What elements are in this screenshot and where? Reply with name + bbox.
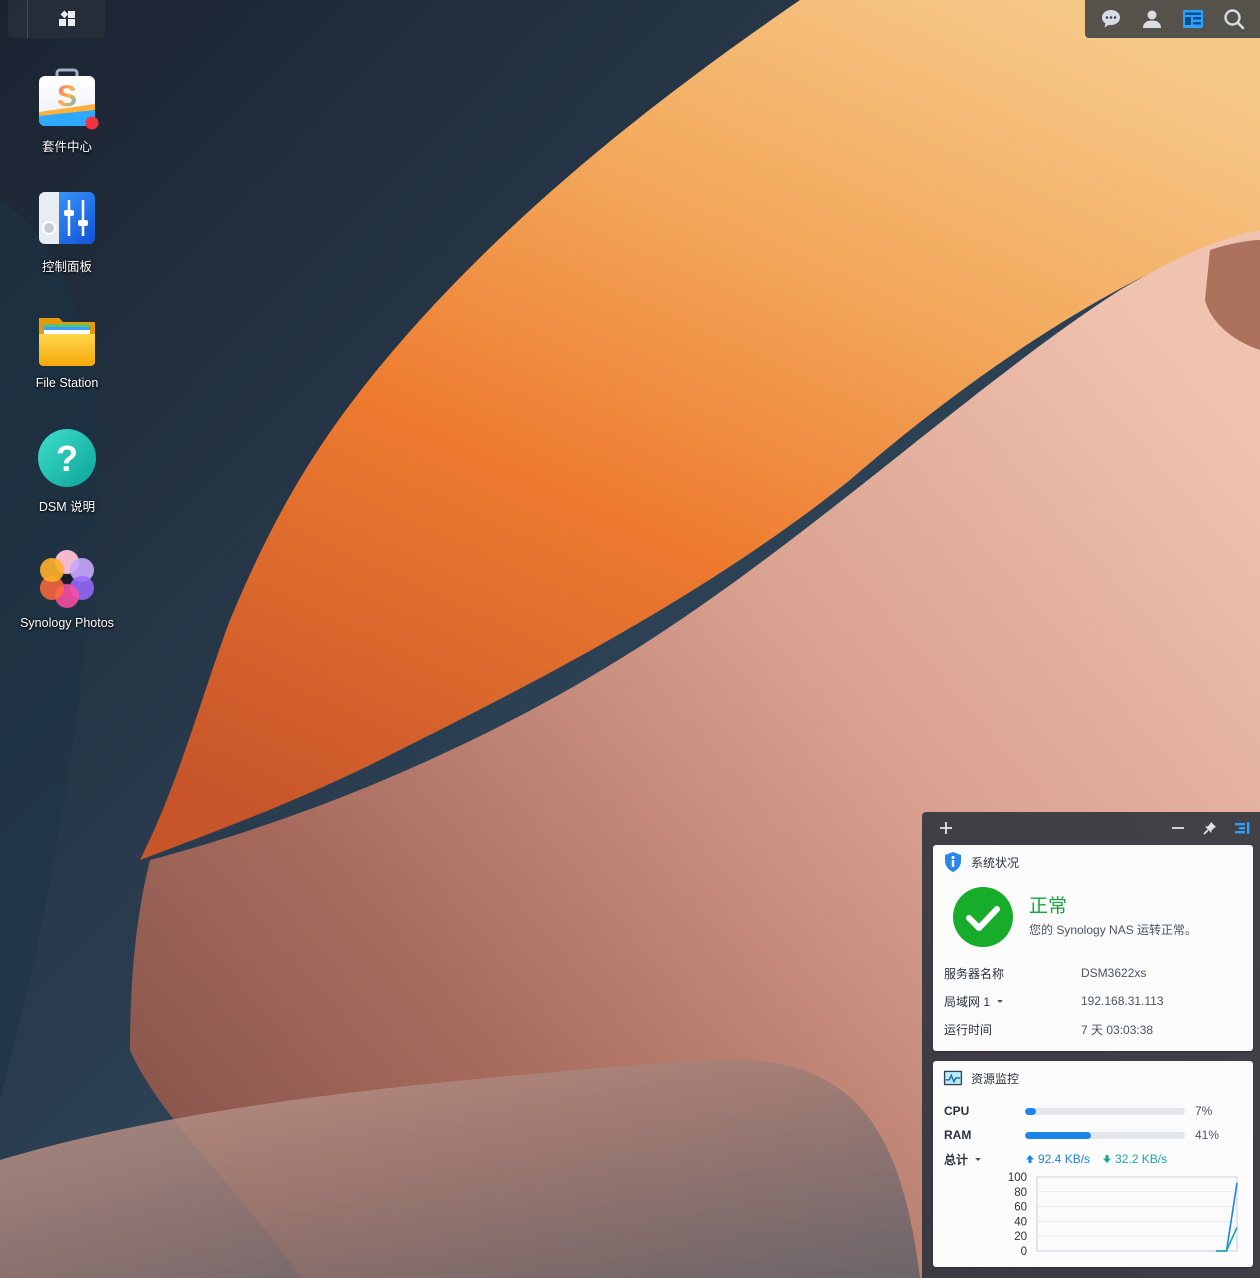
info-row-uptime: 运行时间 7 天 03:03:38: [933, 1015, 1253, 1043]
download-speed: 32.2 KB/s: [1102, 1152, 1167, 1166]
upload-arrow-icon: [1025, 1154, 1035, 1164]
user-button[interactable]: [1135, 2, 1169, 36]
widget-header: 资源监控: [933, 1061, 1253, 1095]
ram-percent: 41%: [1195, 1128, 1220, 1142]
add-widget-button[interactable]: [936, 818, 956, 838]
svg-text:S: S: [57, 80, 77, 113]
pin-widgets-button[interactable]: [1200, 818, 1220, 838]
widget-title: 资源监控: [971, 1071, 1020, 1086]
taskbar-separator: [8, 0, 28, 38]
lan-selector[interactable]: 局域网 1: [933, 993, 1081, 1010]
info-key: 局域网 1: [944, 994, 991, 1009]
widgets-button[interactable]: [1176, 2, 1210, 36]
main-menu-button[interactable]: [28, 0, 105, 38]
monitor-icon: [943, 1068, 963, 1088]
synology-photos-icon: [35, 548, 99, 612]
ram-usage-fill: [1025, 1131, 1091, 1139]
desktop-icon-label: 控制面板: [41, 260, 92, 274]
resource-monitor-widget: 资源监控 CPU 7% RAM 41% 总计 92.4 KB/s 32.2 KB…: [933, 1061, 1253, 1267]
taskbar-left: [8, 0, 105, 38]
check-circle-icon: [953, 887, 1013, 947]
desktop-icon-label: Synology Photos: [20, 616, 114, 630]
package-center-icon: S: [35, 68, 99, 132]
network-selector[interactable]: 总计: [933, 1151, 1025, 1168]
chart-frame: [1036, 1176, 1238, 1252]
y-tick-label: 0: [1021, 1246, 1027, 1258]
y-tick-label: 60: [1014, 1202, 1027, 1214]
network-label: 总计: [944, 1152, 969, 1167]
y-tick-label: 20: [1014, 1231, 1027, 1243]
caret-down-icon: [975, 1158, 982, 1161]
search-icon: [1223, 9, 1244, 30]
widget-toolbar: [922, 812, 1260, 844]
y-tick-label: 40: [1014, 1216, 1027, 1228]
desktop-icon-synology-photos[interactable]: Synology Photos: [7, 548, 127, 630]
info-value: 192.168.31.113: [1081, 994, 1164, 1008]
desktop-icon-control-panel[interactable]: 控制面板: [7, 188, 127, 275]
dsm-help-icon: ?: [35, 428, 99, 492]
cpu-row: CPU 7%: [933, 1099, 1253, 1123]
svg-text:?: ?: [56, 438, 78, 479]
file-station-icon: [35, 308, 99, 372]
desktop-icon-package-center[interactable]: S 套件中心: [7, 68, 127, 155]
system-status-widget: 系统状况 正常 您的 Synology NAS 运转正常。 服务器名称 DSM3…: [933, 845, 1253, 1051]
ram-row: RAM 41%: [933, 1123, 1253, 1147]
network-chart: 100 80 60 40 20 0: [1008, 1172, 1238, 1258]
status-summary: 正常 您的 Synology NAS 运转正常。: [933, 879, 1253, 947]
widget-title: 系统状况: [971, 855, 1020, 870]
cpu-label: CPU: [944, 1104, 970, 1118]
info-key: 服务器名称: [944, 966, 1005, 981]
upload-speed: 92.4 KB/s: [1025, 1152, 1090, 1166]
network-row: 总计 92.4 KB/s 32.2 KB/s: [933, 1147, 1253, 1171]
notifications-button[interactable]: [1094, 2, 1128, 36]
cpu-percent: 7%: [1195, 1104, 1213, 1118]
status-title: 正常: [1029, 896, 1068, 917]
y-tick-label: 100: [1008, 1172, 1027, 1184]
widgets-icon: [1182, 10, 1203, 28]
plus-icon: [940, 822, 952, 834]
desktop-icon-label: File Station: [35, 376, 99, 390]
caret-down-icon: [997, 1000, 1004, 1003]
upload-value: 92.4 KB/s: [1038, 1152, 1091, 1166]
info-key: 运行时间: [944, 1022, 993, 1037]
desktop-icon-label: 套件中心: [41, 140, 92, 154]
upload-series-line: [1215, 1182, 1238, 1252]
minimize-widgets-button[interactable]: [1168, 818, 1188, 838]
info-row-lan: 局域网 1 192.168.31.113: [933, 987, 1253, 1015]
info-value: DSM3622xs: [1081, 966, 1147, 980]
notifications-icon: [1102, 10, 1121, 28]
dock-right-icon: [1235, 822, 1250, 834]
taskbar-right: [1085, 0, 1260, 38]
desktop-icon-label: DSM 说明: [38, 500, 96, 514]
desktop-icon-dsm-help[interactable]: ? DSM 说明: [7, 428, 127, 515]
cpu-usage-bar: [1025, 1107, 1185, 1115]
download-value: 32.2 KB/s: [1115, 1152, 1168, 1166]
user-icon: [1143, 10, 1162, 28]
info-shield-icon: [943, 852, 963, 872]
download-arrow-icon: [1102, 1154, 1112, 1164]
pin-icon: [1203, 822, 1216, 835]
system-info-table: 服务器名称 DSM3622xs 局域网 1 192.168.31.113 运行时…: [933, 959, 1253, 1043]
dock-widgets-button[interactable]: [1232, 818, 1252, 838]
y-tick-label: 80: [1014, 1187, 1027, 1199]
cpu-usage-fill: [1025, 1107, 1037, 1115]
widget-panel: 系统状况 正常 您的 Synology NAS 运转正常。 服务器名称 DSM3…: [922, 812, 1260, 1278]
status-description: 您的 Synology NAS 运转正常。: [1029, 923, 1198, 937]
control-panel-icon: [35, 188, 99, 252]
widget-header: 系统状况: [933, 845, 1253, 879]
desktop-icon-file-station[interactable]: File Station: [7, 308, 127, 390]
ram-label: RAM: [944, 1128, 972, 1142]
main-menu-icon: [58, 10, 75, 26]
search-button[interactable]: [1217, 2, 1251, 36]
info-row-server-name: 服务器名称 DSM3622xs: [933, 959, 1253, 987]
info-value: 7 天 03:03:38: [1081, 1022, 1154, 1037]
ram-usage-bar: [1025, 1131, 1185, 1139]
minus-icon: [1172, 827, 1184, 829]
